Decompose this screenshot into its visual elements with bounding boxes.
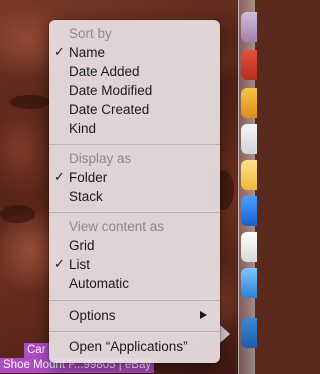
menu-item-open-applications[interactable]: Open “Applications” xyxy=(49,337,220,356)
menu-separator xyxy=(49,300,220,301)
menu-item-sort-date-modified[interactable]: Date Modified xyxy=(49,81,220,100)
dock-app-icon[interactable] xyxy=(241,124,257,154)
menu-item-sort-date-added[interactable]: Date Added xyxy=(49,62,220,81)
menu-separator xyxy=(49,212,220,213)
background-window-title: Car xyxy=(24,343,49,358)
dock-app-icon[interactable] xyxy=(241,232,257,262)
menu-item-view-list[interactable]: ✓ List xyxy=(49,255,220,274)
menu-item-label: Options xyxy=(69,308,116,323)
submenu-arrow-icon xyxy=(200,311,207,319)
menu-separator xyxy=(49,144,220,145)
dock-app-icon[interactable] xyxy=(241,160,257,190)
checkmark-icon: ✓ xyxy=(54,45,65,60)
dock-app-icon[interactable] xyxy=(241,12,257,42)
menu-item-sort-name[interactable]: ✓ Name xyxy=(49,43,220,62)
dock-app-icon[interactable] xyxy=(241,50,257,80)
menu-item-label: List xyxy=(69,257,91,272)
applications-folder-icon[interactable] xyxy=(241,318,257,348)
dock-app-icon[interactable] xyxy=(241,88,257,118)
menu-item-sort-kind[interactable]: Kind xyxy=(49,119,220,138)
menu-item-view-automatic[interactable]: Automatic xyxy=(49,274,220,293)
dock-app-icon[interactable] xyxy=(241,196,257,226)
menu-item-display-folder[interactable]: ✓ Folder xyxy=(49,168,220,187)
menu-separator xyxy=(49,331,220,332)
dock-folder-context-menu: Sort by ✓ Name Date Added Date Modified … xyxy=(49,20,220,363)
menu-pointer xyxy=(220,325,230,343)
checkmark-icon: ✓ xyxy=(54,257,65,272)
menu-header-sort-by: Sort by xyxy=(69,26,112,41)
menu-item-label: Folder xyxy=(69,170,108,185)
wallpaper-shadow xyxy=(0,205,35,223)
menu-item-sort-date-created[interactable]: Date Created xyxy=(49,100,220,119)
menu-header-view-content-as: View content as xyxy=(69,219,165,234)
menu-header-display-as: Display as xyxy=(69,151,132,166)
menu-item-view-grid[interactable]: Grid xyxy=(49,236,220,255)
wallpaper-shadow xyxy=(10,95,50,109)
menu-item-label: Name xyxy=(69,45,106,60)
menu-item-display-stack[interactable]: Stack xyxy=(49,187,220,206)
checkmark-icon: ✓ xyxy=(54,170,65,185)
dock-app-icon[interactable] xyxy=(241,268,257,298)
menu-item-options[interactable]: Options xyxy=(49,306,220,325)
